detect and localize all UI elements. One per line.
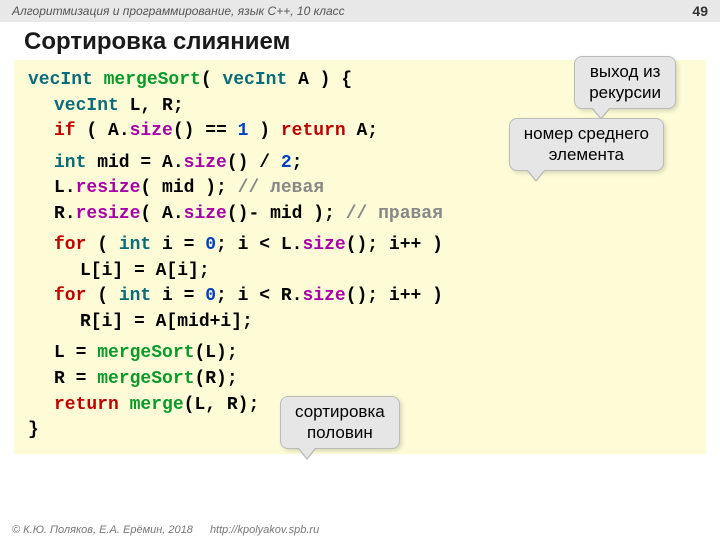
code-block: выход из рекурсии номер среднего элемент… bbox=[14, 60, 706, 454]
callout-exit-recursion: выход из рекурсии bbox=[574, 56, 676, 109]
course-label: Алгоритмизация и программирование, язык … bbox=[12, 4, 345, 18]
footer-url: http://kpolyakov.spb.ru bbox=[210, 524, 319, 536]
code-line: R.resize( A.size()- mid ); // правая bbox=[28, 202, 692, 228]
code-line: for ( int i = 0; i < L.size(); i++ ) bbox=[28, 233, 692, 259]
code-line: L = mergeSort(L); bbox=[28, 341, 692, 367]
copyright: © К.Ю. Поляков, Е.А. Ерёмин, 2018 bbox=[12, 524, 193, 536]
page-number: 49 bbox=[692, 3, 708, 19]
code-line: } bbox=[28, 420, 39, 440]
footer: © К.Ю. Поляков, Е.А. Ерёмин, 2018 http:/… bbox=[12, 524, 319, 536]
header-bar: Алгоритмизация и программирование, язык … bbox=[0, 0, 720, 22]
slide-title: Сортировка слиянием bbox=[0, 22, 720, 60]
code-line: R[i] = A[mid+i]; bbox=[28, 310, 692, 336]
code-line: L.resize( mid ); // левая bbox=[28, 176, 692, 202]
code-line: L[i] = A[i]; bbox=[28, 259, 692, 285]
code-line: for ( int i = 0; i < R.size(); i++ ) bbox=[28, 284, 692, 310]
callout-sort-halves: сортировка половин bbox=[280, 396, 400, 449]
code-line: R = mergeSort(R); bbox=[28, 367, 692, 393]
code-line: vecInt mergeSort( vecInt A ) { bbox=[28, 70, 352, 90]
callout-mid-index: номер среднего элемента bbox=[509, 118, 664, 171]
